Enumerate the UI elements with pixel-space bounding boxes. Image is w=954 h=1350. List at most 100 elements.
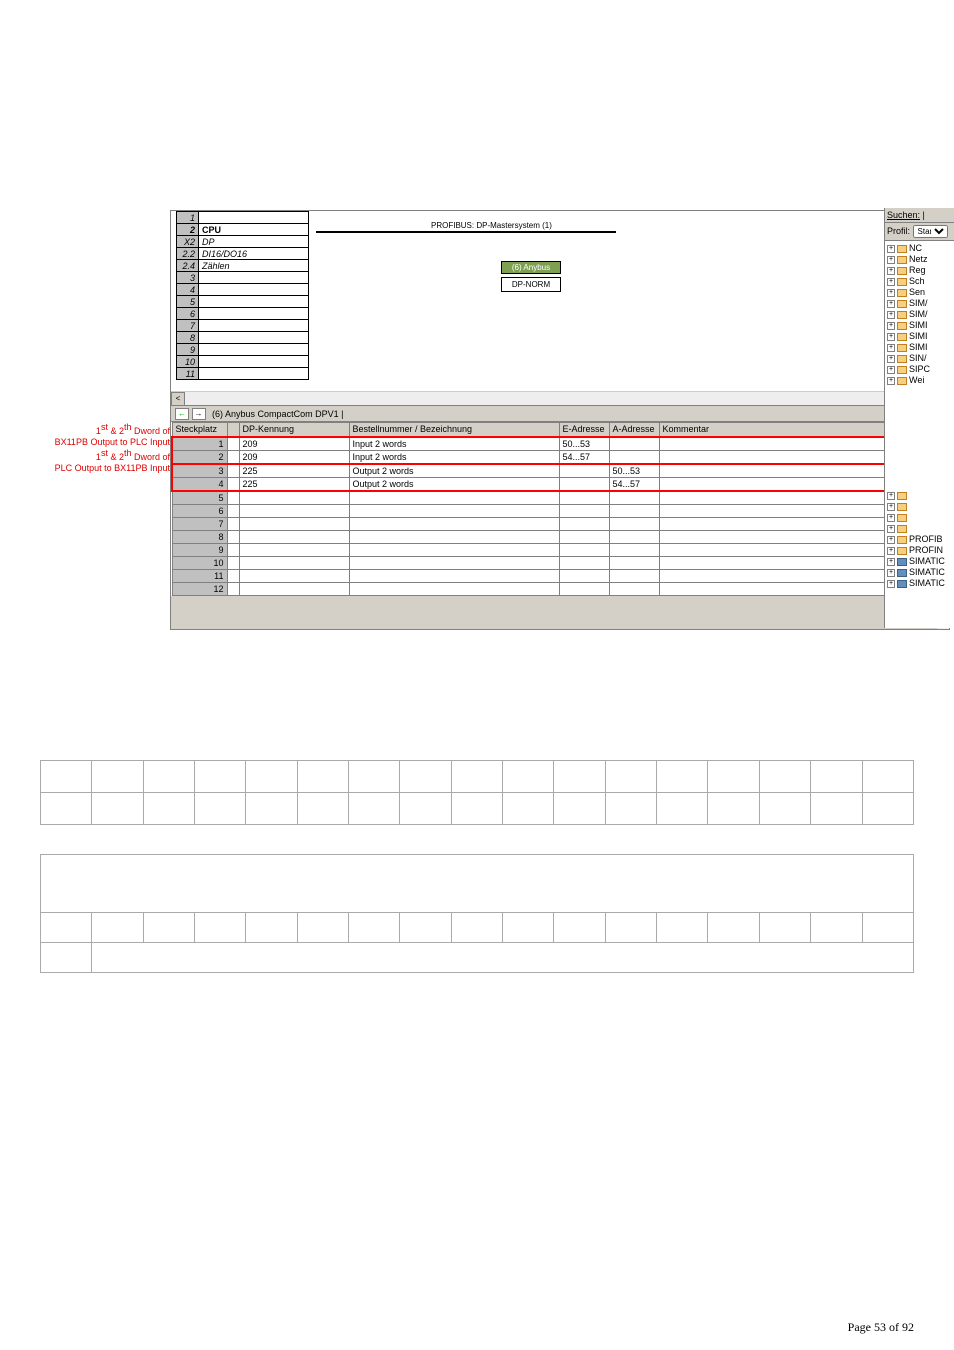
slave-title: (6) Anybus CompactCom DPV1 | bbox=[212, 409, 343, 419]
catalog-tree-upper[interactable]: +NC+Netz+Reg+Sch+Sen+SIM/+SIM/+SIMI+SIMI… bbox=[885, 241, 954, 388]
expand-icon[interactable]: + bbox=[887, 333, 895, 341]
anybus-slave-node[interactable]: (6) Anybus DP-NORM bbox=[501, 261, 561, 292]
tree-item[interactable]: +PROFIN bbox=[887, 545, 952, 556]
tree-item[interactable]: +Sen bbox=[887, 287, 952, 298]
expand-icon[interactable]: + bbox=[887, 558, 895, 566]
tree-item[interactable]: +Wei bbox=[887, 375, 952, 386]
rack-slot-row[interactable]: 5 bbox=[177, 296, 309, 308]
rack-slot-row[interactable]: X2DP bbox=[177, 236, 309, 248]
rack-slot-row[interactable]: 3 bbox=[177, 272, 309, 284]
rack-slot-module bbox=[199, 368, 309, 380]
rack-slot-row[interactable]: 4 bbox=[177, 284, 309, 296]
rack-slot-row[interactable]: 7 bbox=[177, 320, 309, 332]
rack-slot-row[interactable]: 9 bbox=[177, 344, 309, 356]
expand-icon[interactable]: + bbox=[887, 580, 895, 588]
tree-item[interactable]: +SIMI bbox=[887, 320, 952, 331]
slot-config-row[interactable]: 6 bbox=[172, 504, 935, 517]
cell-steckplatz: 3 bbox=[172, 464, 227, 478]
rack-table[interactable]: 12CPUX2DP2.2DI16/DO162.4Zählen3456789101… bbox=[176, 211, 309, 380]
tree-item[interactable]: + bbox=[887, 512, 952, 523]
tree-item[interactable]: +SIM/ bbox=[887, 298, 952, 309]
tree-label: PROFIB bbox=[909, 534, 943, 544]
rack-slot-row[interactable]: 11 bbox=[177, 368, 309, 380]
tree-label: SIM/ bbox=[909, 309, 928, 319]
tree-item[interactable]: + bbox=[887, 501, 952, 512]
expand-icon[interactable]: + bbox=[887, 547, 895, 555]
rack-slot-row[interactable]: 6 bbox=[177, 308, 309, 320]
rack-slot-number: 8 bbox=[177, 332, 199, 344]
tree-item[interactable]: +Netz bbox=[887, 254, 952, 265]
tree-item[interactable]: +SIPC bbox=[887, 364, 952, 375]
tree-item[interactable]: +SIMI bbox=[887, 342, 952, 353]
expand-icon[interactable]: + bbox=[887, 322, 895, 330]
slot-config-row[interactable]: 4225Output 2 words54...57 bbox=[172, 477, 935, 491]
scroll-left-button[interactable]: < bbox=[171, 392, 185, 406]
tree-item[interactable]: +SIMI bbox=[887, 331, 952, 342]
rack-slot-row[interactable]: 2.2DI16/DO16 bbox=[177, 248, 309, 260]
cell-bezeichnung: Input 2 words bbox=[349, 450, 559, 464]
expand-icon[interactable]: + bbox=[887, 536, 895, 544]
tree-item[interactable]: +SIN/ bbox=[887, 353, 952, 364]
tree-item[interactable]: +Reg bbox=[887, 265, 952, 276]
cell-steckplatz: 11 bbox=[172, 569, 227, 582]
expand-icon[interactable]: + bbox=[887, 300, 895, 308]
profile-select[interactable]: Stand bbox=[913, 225, 948, 238]
expand-icon[interactable]: + bbox=[887, 503, 895, 511]
rack-slot-row[interactable]: 2CPU bbox=[177, 224, 309, 236]
cell-icon bbox=[227, 450, 239, 464]
expand-icon[interactable]: + bbox=[887, 256, 895, 264]
slot-config-row[interactable]: 11 bbox=[172, 569, 935, 582]
cell-bezeichnung bbox=[349, 530, 559, 543]
nav-back-button[interactable]: ← bbox=[175, 408, 189, 420]
slot-config-row[interactable]: 2209Input 2 words54...57 bbox=[172, 450, 935, 464]
tree-item[interactable]: + bbox=[887, 490, 952, 501]
rack-slot-row[interactable]: 8 bbox=[177, 332, 309, 344]
cell-e-adresse bbox=[559, 569, 609, 582]
rack-diagram-pane[interactable]: 12CPUX2DP2.2DI16/DO162.4Zählen3456789101… bbox=[171, 211, 949, 406]
cell-e-adresse bbox=[559, 504, 609, 517]
annotation-labels: 1st & 2th Dword of BX11PB Output to PLC … bbox=[40, 422, 170, 474]
scrollbar-horizontal[interactable]: < > bbox=[171, 391, 936, 405]
rack-slot-row[interactable]: 2.4Zählen bbox=[177, 260, 309, 272]
slot-config-table[interactable]: Steckplatz DP-Kennung Bestellnummer / Be… bbox=[171, 422, 936, 596]
expand-icon[interactable]: + bbox=[887, 344, 895, 352]
expand-icon[interactable]: + bbox=[887, 267, 895, 275]
cell-e-adresse bbox=[559, 477, 609, 491]
tree-item[interactable]: +Sch bbox=[887, 276, 952, 287]
expand-icon[interactable]: + bbox=[887, 355, 895, 363]
tree-item[interactable]: + SIM/ bbox=[887, 309, 952, 320]
slot-config-row[interactable]: 7 bbox=[172, 517, 935, 530]
expand-icon[interactable]: + bbox=[887, 245, 895, 253]
expand-icon[interactable]: + bbox=[887, 278, 895, 286]
expand-icon[interactable]: + bbox=[887, 514, 895, 522]
slot-config-row[interactable]: 12 bbox=[172, 582, 935, 595]
rack-slot-row[interactable]: 10 bbox=[177, 356, 309, 368]
tree-label: SIMATIC bbox=[909, 578, 945, 588]
slot-config-row[interactable]: 8 bbox=[172, 530, 935, 543]
tree-item[interactable]: + PROFIB bbox=[887, 534, 952, 545]
rack-slot-number: 2.4 bbox=[177, 260, 199, 272]
expand-icon[interactable]: + bbox=[887, 377, 895, 385]
hardware-catalog-panel[interactable]: Suchen: | Profil: Stand +NC+Netz+Reg+Sch… bbox=[884, 208, 954, 628]
expand-icon[interactable]: + bbox=[887, 366, 895, 374]
slot-config-row[interactable]: 10 bbox=[172, 556, 935, 569]
rack-slot-row[interactable]: 1 bbox=[177, 212, 309, 224]
tree-item[interactable]: +SIMATIC bbox=[887, 556, 952, 567]
expand-icon[interactable]: + bbox=[887, 492, 895, 500]
slot-config-row[interactable]: 9 bbox=[172, 543, 935, 556]
nav-forward-button[interactable]: → bbox=[192, 408, 206, 420]
tree-item[interactable]: +SIMATIC bbox=[887, 567, 952, 578]
expand-icon[interactable]: + bbox=[887, 311, 895, 319]
tree-item[interactable]: + bbox=[887, 523, 952, 534]
slot-config-row[interactable]: 3225Output 2 words50...53 bbox=[172, 464, 935, 478]
catalog-tree-lower[interactable]: +++++PROFIB+PROFIN+SIMATIC+SIMATIC+SIMAT… bbox=[885, 488, 954, 591]
slot-config-row[interactable]: 1209Input 2 words50...53 bbox=[172, 437, 935, 451]
rack-slot-module: CPU bbox=[199, 224, 309, 236]
profibus-bus-line[interactable] bbox=[316, 231, 616, 233]
expand-icon[interactable]: + bbox=[887, 289, 895, 297]
expand-icon[interactable]: + bbox=[887, 525, 895, 533]
tree-item[interactable]: +NC bbox=[887, 243, 952, 254]
slot-config-row[interactable]: 5 bbox=[172, 491, 935, 505]
expand-icon[interactable]: + bbox=[887, 569, 895, 577]
tree-item[interactable]: + SIMATIC bbox=[887, 578, 952, 589]
